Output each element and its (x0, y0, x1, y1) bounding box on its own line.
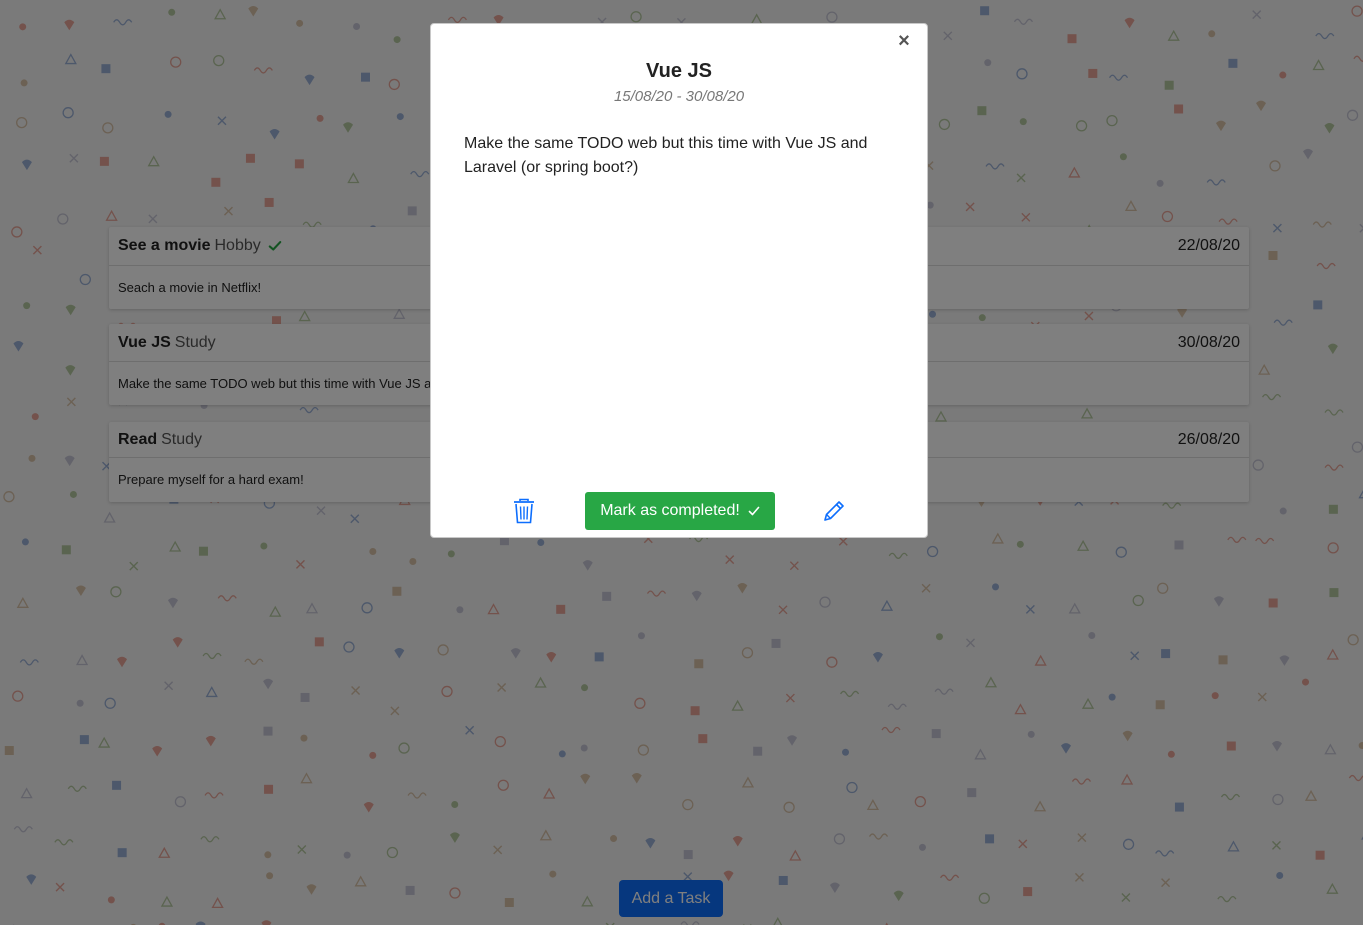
modal-description: Make the same TODO web but this time wit… (464, 135, 868, 176)
mark-completed-label: Mark as completed! (600, 502, 740, 519)
modal-title: Vue JS (646, 60, 712, 82)
mark-completed-button[interactable]: Mark as completed! (585, 492, 775, 530)
close-icon[interactable]: × (895, 31, 913, 51)
modal-footer: Mark as completed! (431, 491, 927, 531)
modal-dates: 15/08/20 - 30/08/20 (613, 88, 745, 105)
trash-icon[interactable] (513, 498, 535, 524)
task-detail-modal: × Vue JS 15/08/20 - 30/08/20 Make the sa… (430, 23, 928, 538)
pencil-icon[interactable] (822, 499, 846, 523)
check-icon (748, 506, 760, 516)
